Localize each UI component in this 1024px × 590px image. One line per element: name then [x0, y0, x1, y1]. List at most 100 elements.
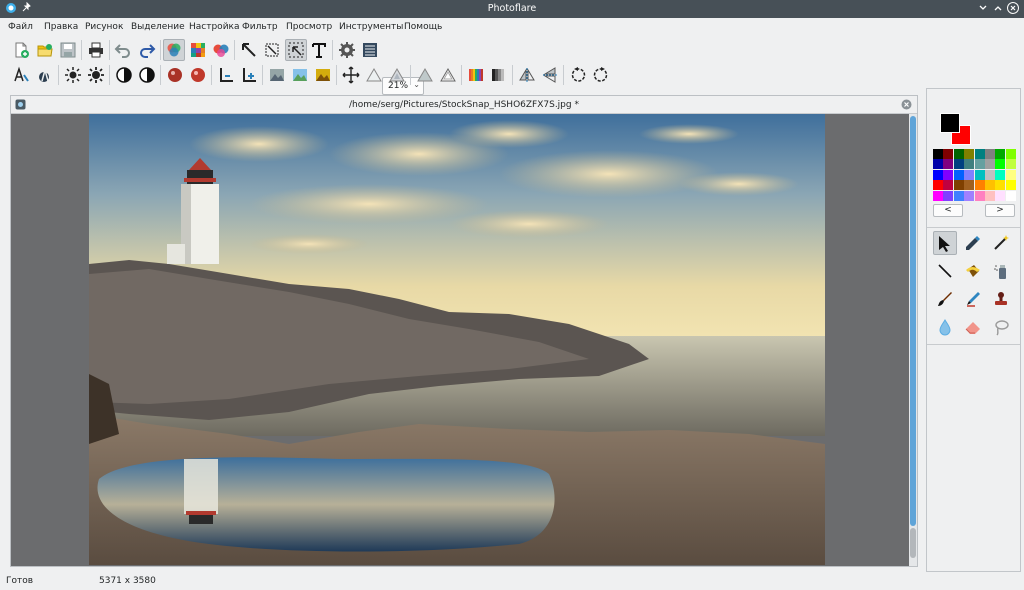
menu-filter[interactable]: Фильтр — [242, 22, 278, 32]
smudge-tool[interactable] — [961, 287, 985, 311]
levels-down-button[interactable] — [215, 64, 237, 86]
palette-swatch[interactable] — [953, 180, 964, 191]
palette-swatch[interactable] — [953, 169, 964, 180]
menu-image[interactable]: Рисунок — [85, 22, 123, 32]
outline-button[interactable] — [437, 64, 459, 86]
palette-swatch[interactable] — [964, 180, 975, 191]
filter-color-button[interactable] — [289, 64, 311, 86]
palette-swatch[interactable] — [974, 149, 985, 159]
menu-view[interactable]: Просмотр — [286, 22, 332, 32]
save-button[interactable] — [57, 39, 79, 61]
palette-swatch[interactable] — [995, 159, 1006, 170]
line-tool[interactable] — [933, 259, 957, 283]
palette-swatch[interactable] — [1005, 190, 1016, 201]
menu-edit[interactable]: Правка — [44, 22, 78, 32]
filter-sepia-button[interactable] — [312, 64, 334, 86]
contrast-down-button[interactable] — [113, 64, 135, 86]
text-style-a-button[interactable] — [10, 64, 32, 86]
palette-swatch[interactable] — [953, 190, 964, 201]
palette-swatch[interactable] — [974, 169, 985, 180]
rotate-ccw-button[interactable] — [567, 64, 589, 86]
palette-swatch[interactable] — [995, 169, 1006, 180]
menu-settings[interactable]: Настройка — [189, 22, 240, 32]
palette-prev-button[interactable]: < — [933, 204, 963, 217]
palette-swatch[interactable] — [933, 169, 943, 180]
move-button[interactable] — [340, 64, 362, 86]
saturation-up-button[interactable] — [187, 64, 209, 86]
lasso-tool[interactable] — [989, 315, 1013, 339]
palette-swatch[interactable] — [943, 149, 954, 159]
palette-swatch[interactable] — [1005, 159, 1016, 170]
selection-button[interactable] — [285, 39, 307, 61]
menu-tools[interactable]: Инструменты — [339, 22, 403, 32]
rotate-cw-button[interactable] — [590, 64, 612, 86]
palette-swatch[interactable] — [984, 169, 995, 180]
palette-swatch[interactable] — [984, 190, 995, 201]
palette-swatch[interactable] — [984, 180, 995, 191]
palette-swatch[interactable] — [974, 190, 985, 201]
saturation-down-button[interactable] — [164, 64, 186, 86]
brightness-down-button[interactable] — [62, 64, 84, 86]
palette-swatch[interactable] — [933, 149, 943, 159]
palette-swatch[interactable] — [943, 169, 954, 180]
palette-swatch[interactable] — [995, 190, 1006, 201]
palette-swatch[interactable] — [964, 149, 975, 159]
settings-button[interactable] — [336, 39, 358, 61]
foreground-color-swatch[interactable] — [940, 113, 960, 133]
menu-file[interactable]: Файл — [8, 22, 33, 32]
palette-swatch[interactable] — [933, 180, 943, 191]
gradient-gray-button[interactable] — [488, 64, 510, 86]
flip-vertical-button[interactable] — [539, 64, 561, 86]
scrollbar-handle[interactable] — [910, 528, 916, 558]
crop-button[interactable] — [261, 39, 283, 61]
color-balance-button[interactable] — [163, 39, 185, 61]
document-close-icon[interactable] — [901, 99, 912, 113]
palette-next-button[interactable]: > — [985, 204, 1015, 217]
new-file-button[interactable] — [10, 39, 32, 61]
print-button[interactable] — [85, 39, 107, 61]
palette-swatch[interactable] — [1005, 180, 1016, 191]
palette-swatch[interactable] — [1005, 169, 1016, 180]
palette-swatch[interactable] — [974, 180, 985, 191]
stamp-tool[interactable] — [989, 287, 1013, 311]
palette-swatch[interactable] — [964, 169, 975, 180]
vertical-scrollbar[interactable] — [909, 114, 917, 566]
palette-swatch[interactable] — [974, 159, 985, 170]
scrollbar-thumb[interactable] — [910, 116, 916, 526]
close-icon[interactable] — [1007, 2, 1019, 17]
pointer-tool-button[interactable] — [238, 39, 260, 61]
text-style-b-button[interactable] — [34, 64, 56, 86]
blur-tool[interactable] — [933, 315, 957, 339]
minimize-icon[interactable] — [978, 3, 988, 16]
filter-grayscale-button[interactable] — [266, 64, 288, 86]
maximize-icon[interactable] — [993, 3, 1003, 16]
paint-bucket-tool[interactable] — [961, 259, 985, 283]
pointer-tool[interactable] — [933, 231, 957, 255]
palette-swatch[interactable] — [953, 149, 964, 159]
blur-button[interactable] — [386, 64, 408, 86]
palette-swatch[interactable] — [984, 159, 995, 170]
flip-horizontal-button[interactable] — [516, 64, 538, 86]
eraser-tool[interactable] — [961, 315, 985, 339]
properties-button[interactable] — [359, 39, 381, 61]
text-tool-button[interactable] — [308, 39, 330, 61]
photo-lighthouse[interactable] — [89, 114, 825, 565]
color-mix-button[interactable] — [210, 39, 232, 61]
spray-tool[interactable] — [989, 259, 1013, 283]
emboss-button[interactable] — [414, 64, 436, 86]
palette-swatch[interactable] — [964, 190, 975, 201]
palette-swatch[interactable] — [984, 149, 995, 159]
levels-up-button[interactable] — [238, 64, 260, 86]
menu-help[interactable]: Помощь — [404, 22, 442, 32]
gradient-color-button[interactable] — [465, 64, 487, 86]
magic-wand-tool[interactable] — [989, 231, 1013, 255]
palette-swatch[interactable] — [953, 159, 964, 170]
palette-swatch[interactable] — [995, 149, 1006, 159]
palette-swatch[interactable] — [943, 190, 954, 201]
palette-swatch[interactable] — [933, 190, 943, 201]
open-file-button[interactable] — [34, 39, 56, 61]
menu-selection[interactable]: Выделение — [131, 22, 185, 32]
palette-swatch[interactable] — [964, 159, 975, 170]
palette-swatch[interactable] — [943, 180, 954, 191]
palette-swatch[interactable] — [995, 180, 1006, 191]
